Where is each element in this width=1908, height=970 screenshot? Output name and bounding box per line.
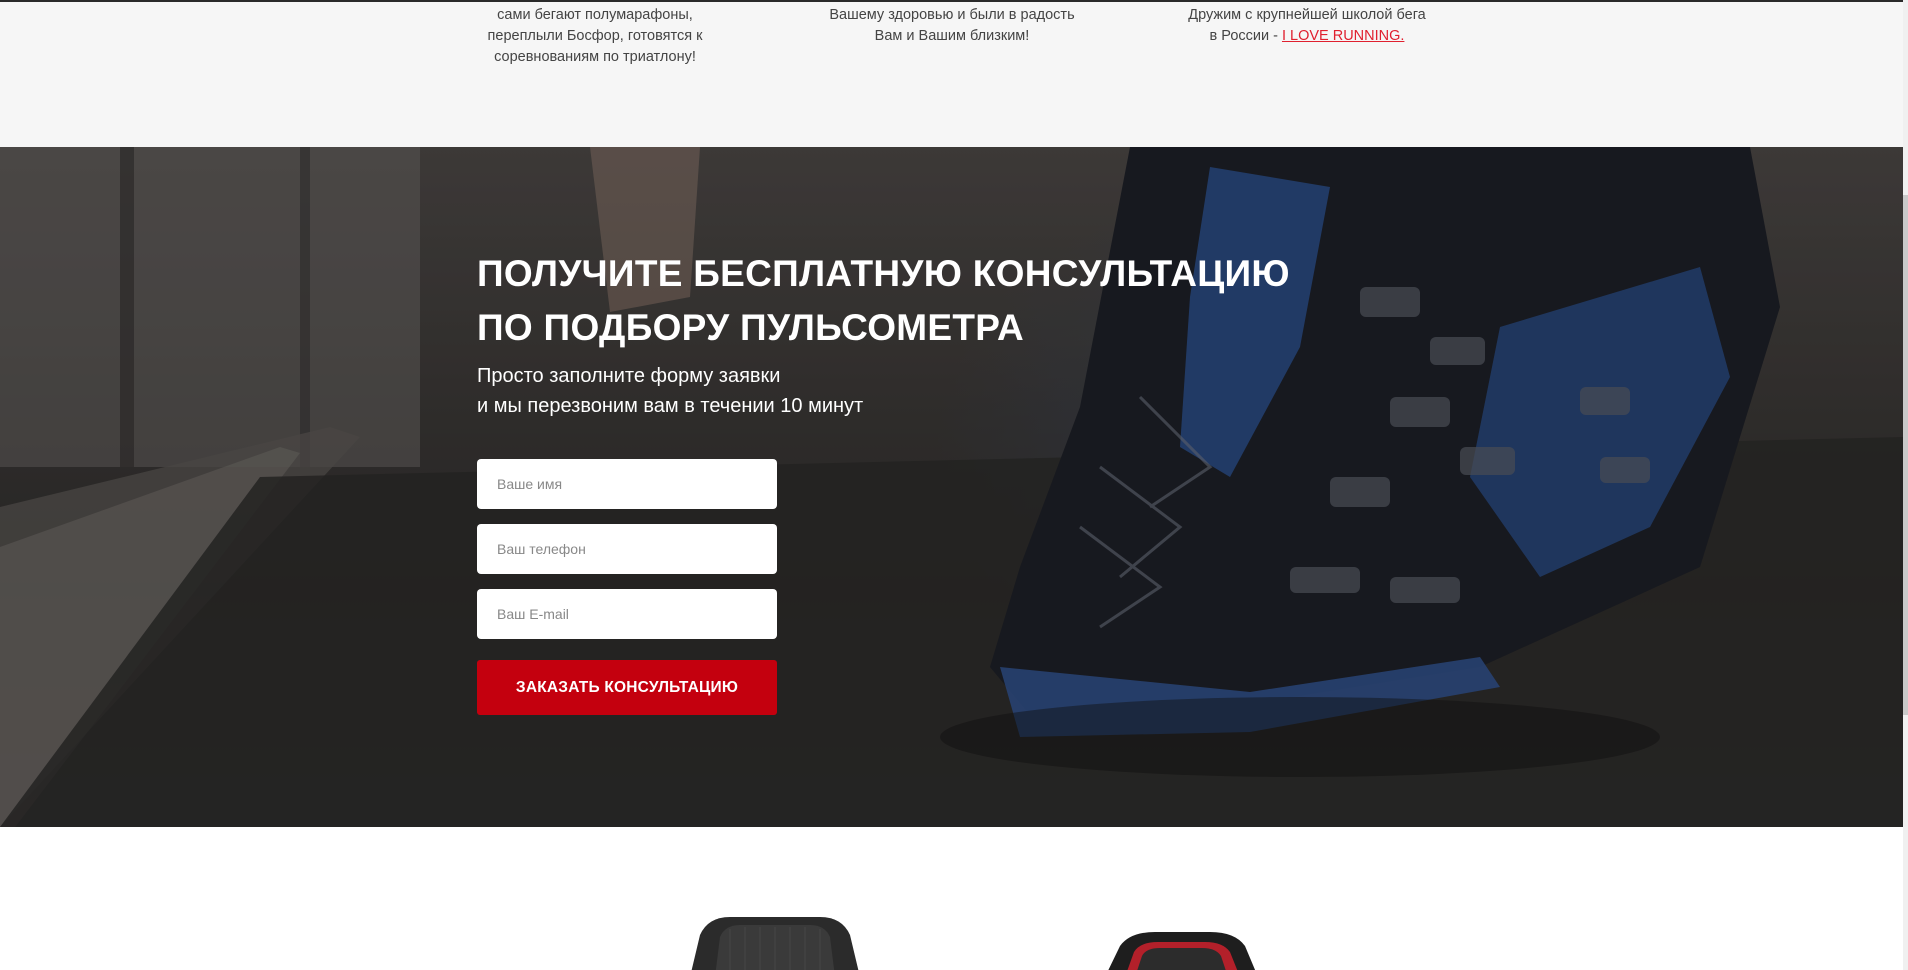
gps-sport-watch-image xyxy=(1108,932,1256,970)
feature-team-line3: соревнованиям по триатлону! xyxy=(494,49,696,65)
feature-partner-line2-prefix: в России - xyxy=(1209,28,1282,44)
consultation-heading: ПОЛУЧИТЕ БЕСПЛАТНУЮ КОНСУЛЬТАЦИЮ ПО ПОДБ… xyxy=(477,247,1377,355)
consultation-heading-line1: ПОЛУЧИТЕ БЕСПЛАТНУЮ КОНСУЛЬТАЦИЮ xyxy=(477,253,1290,294)
feature-partner-line1: Дружим с крупнейшей школой бега xyxy=(1188,7,1426,23)
consultation-subtitle-line1: Просто заполните форму заявки xyxy=(477,365,781,387)
feature-health-line1: Вашему здоровью и были в радость xyxy=(829,7,1075,23)
feature-team-line1: сами бегают полумарафоны, xyxy=(497,7,693,23)
features-strip: сами бегают полумарафоны, переплыли Босф… xyxy=(0,0,1903,147)
email-input[interactable] xyxy=(477,589,777,639)
landing-page: сами бегают полумарафоны, переплыли Босф… xyxy=(0,0,1908,970)
feature-health-line2: Вам и Вашим близким! xyxy=(874,28,1030,44)
phone-input[interactable] xyxy=(477,524,777,574)
feature-health-text: Вашему здоровью и были в радость Вам и В… xyxy=(822,5,1082,47)
feature-team-text: сами бегают полумарафоны, переплыли Босф… xyxy=(465,5,725,68)
page-scrollbar[interactable] xyxy=(1903,0,1908,970)
fitness-band-watch-image xyxy=(691,917,859,970)
consultation-section: ПОЛУЧИТЕ БЕСПЛАТНУЮ КОНСУЛЬТАЦИЮ ПО ПОДБ… xyxy=(0,147,1903,827)
products-section xyxy=(0,827,1903,970)
scrollbar-thumb[interactable] xyxy=(1903,195,1908,715)
i-love-running-link[interactable]: I LOVE RUNNING. xyxy=(1282,28,1404,44)
feature-team-line2: переплыли Босфор, готовятся к xyxy=(487,28,703,44)
name-input[interactable] xyxy=(477,459,777,509)
consultation-subtitle: Просто заполните форму заявки и мы перез… xyxy=(477,361,1177,421)
consultation-subtitle-line2: и мы перезвоним вам в течении 10 минут xyxy=(477,395,864,417)
feature-partner-text: Дружим с крупнейшей школой бега в России… xyxy=(1177,5,1437,47)
order-consultation-button[interactable]: ЗАКАЗАТЬ КОНСУЛЬТАЦИЮ xyxy=(477,660,777,715)
consultation-heading-line2: ПО ПОДБОРУ ПУЛЬСОМЕТРА xyxy=(477,307,1025,348)
